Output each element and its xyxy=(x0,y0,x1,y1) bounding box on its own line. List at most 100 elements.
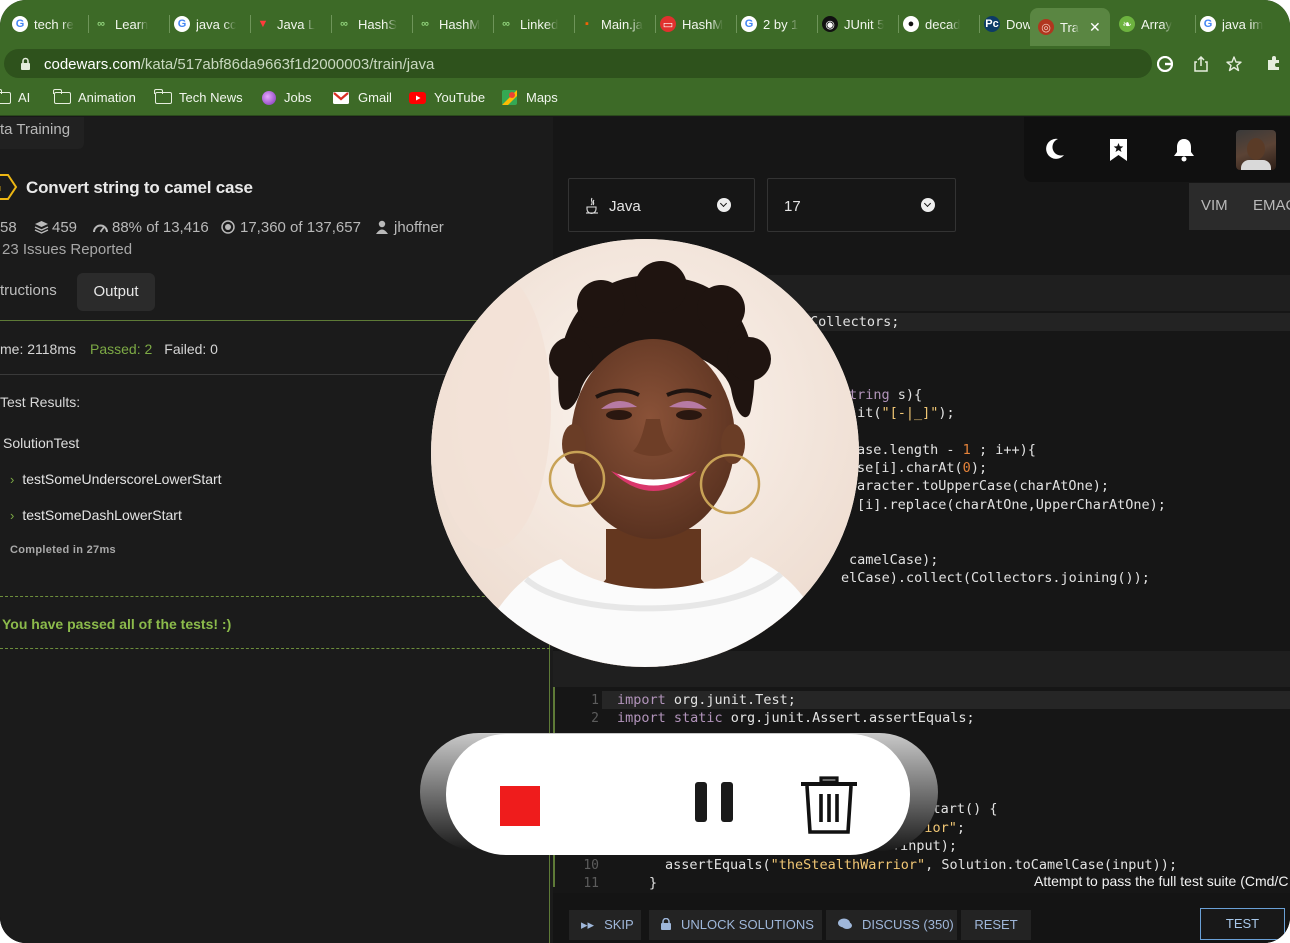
kata-action-bar: ▸▸ SKIP UNLOCK SOLUTIONS DISCUSS (350) RE… xyxy=(553,893,1290,943)
share-icon[interactable] xyxy=(1194,56,1208,72)
votes-count: 58 xyxy=(0,219,17,236)
vim-mode-button[interactable]: VIM xyxy=(1201,197,1228,214)
bookmark-icon[interactable] xyxy=(1109,138,1128,162)
browser-tab-title: HashM xyxy=(439,16,481,32)
test-case[interactable]: › testSomeUnderscoreLowerStart xyxy=(10,471,222,487)
version-value: 17 xyxy=(784,198,801,215)
emacs-mode-button[interactable]: EMAC xyxy=(1253,197,1290,214)
all-tests-passed-message: You have passed all of the tests! :) xyxy=(2,616,232,632)
browser-tab[interactable]: ▭ HashM xyxy=(660,9,728,39)
user-avatar[interactable] xyxy=(1236,130,1276,170)
google-lens-icon[interactable] xyxy=(1157,56,1173,72)
code-line: camelCase); xyxy=(849,552,939,568)
line-number: 2 xyxy=(591,711,599,726)
test-button[interactable]: TEST xyxy=(1200,908,1285,940)
tab-separator xyxy=(169,15,170,33)
vercel-icon: ▼ xyxy=(257,18,269,30)
collections-count: 459 xyxy=(52,219,78,236)
test-suite-name[interactable]: SolutionTest xyxy=(3,435,79,451)
url-text[interactable]: codewars.com/kata/517abf86da9663f1d20000… xyxy=(44,56,434,73)
tab-separator xyxy=(736,15,737,33)
browser-tab[interactable]: G 2 by 1 xyxy=(741,9,809,39)
bookmark-youtube[interactable]: YouTube xyxy=(409,90,485,105)
bookmark-jobs[interactable]: Jobs xyxy=(262,90,311,105)
browser-tab-title: java im xyxy=(1222,16,1264,32)
browser-tab[interactable]: ❧ Array xyxy=(1119,9,1187,39)
bookmark-star-icon[interactable] xyxy=(1226,56,1242,72)
collections-icon xyxy=(34,221,49,234)
folder-icon xyxy=(0,88,11,104)
editor-mode-switch: VIM EMAC xyxy=(1189,183,1290,230)
webcam-bubble[interactable] xyxy=(431,239,859,667)
codewars-icon: ◎ xyxy=(1038,19,1054,35)
close-tab-icon[interactable]: ✕ xyxy=(1089,19,1101,36)
browser-tab[interactable]: ◉ JUnit 5 xyxy=(822,9,890,39)
browser-tab[interactable]: ◎ Tra ✕ xyxy=(1030,8,1110,46)
line-number: 11 xyxy=(583,876,599,891)
version-select[interactable]: 17 xyxy=(767,178,956,232)
browser-tab-title: Java L xyxy=(277,16,316,32)
language-value: Java xyxy=(609,198,641,215)
chevron-down-icon xyxy=(921,198,935,212)
extensions-icon[interactable] xyxy=(1266,55,1282,71)
bookmark-animation[interactable]: Animation xyxy=(53,88,136,105)
geeksforgeeks-icon: ∞ xyxy=(340,18,348,30)
browser-tab[interactable]: ∞ HashM xyxy=(417,9,485,39)
folder-icon xyxy=(53,88,71,104)
tab-output[interactable]: Output xyxy=(77,273,155,311)
browser-tab[interactable]: ▪ Main.ja xyxy=(579,9,647,39)
discuss-button[interactable]: DISCUSS (350) xyxy=(826,910,957,940)
notifications-bell-icon[interactable] xyxy=(1172,137,1196,162)
browser-tab[interactable]: ▼ Java L xyxy=(255,9,323,39)
test-results-heading: Test Results: xyxy=(0,394,81,410)
browser-tab[interactable]: Gjava im xyxy=(1200,9,1268,39)
test-case[interactable]: › testSomeDashLowerStart xyxy=(10,507,182,523)
chevron-right-icon: › xyxy=(10,472,15,487)
author-link[interactable]: jhoffner xyxy=(394,219,444,236)
browser-tab-bar: Gtech re ∞ Learn Gjava cc ▼ Java L ∞ HashS ∞ Hash… xyxy=(0,0,1290,46)
tab-separator xyxy=(250,15,251,33)
browser-tab-title: Learn xyxy=(115,16,149,32)
recording-toolbar xyxy=(446,734,910,855)
divider xyxy=(0,374,470,375)
rank-badge-icon: u xyxy=(0,174,18,200)
dark-mode-moon-icon[interactable] xyxy=(1045,138,1065,160)
code-line: import org.junit.Test; xyxy=(617,692,796,708)
code-line: assertEquals("theStealthWarrior", Soluti… xyxy=(665,857,1178,873)
run-time: me: 2118ms xyxy=(0,341,76,357)
bookmark-gmail[interactable]: Gmail xyxy=(333,90,392,105)
browser-tab-title: JUnit 5 xyxy=(844,16,885,32)
issues-reported[interactable]: 23 Issues Reported xyxy=(2,241,132,258)
google-icon: G xyxy=(741,16,757,32)
code-line: se[i].charAt(0); xyxy=(857,460,988,476)
browser-tab-title: Tra xyxy=(1060,19,1080,35)
breadcrumb[interactable]: ta Training xyxy=(0,117,85,149)
tab-instructions[interactable]: tructions xyxy=(0,282,57,299)
bookmark-maps[interactable]: Maps xyxy=(502,90,558,105)
bookmark-tech-news[interactable]: Tech News xyxy=(154,88,243,105)
tab-separator xyxy=(493,15,494,33)
pause-recording-button[interactable] xyxy=(695,782,733,822)
run-summary: me: 2118ms Passed: 2 Failed: 0 xyxy=(0,341,218,357)
trash-icon[interactable] xyxy=(799,772,859,836)
language-select[interactable]: Java xyxy=(568,178,755,232)
google-icon: G xyxy=(1200,16,1216,32)
browser-tab[interactable]: ∞ HashS xyxy=(336,9,404,39)
skip-button[interactable]: ▸▸ SKIP xyxy=(569,910,641,940)
tab-separator xyxy=(331,15,332,33)
reset-button[interactable]: RESET xyxy=(961,910,1031,940)
browser-tab[interactable]: Gtech re xyxy=(12,9,80,39)
browser-tab[interactable]: Gjava cc xyxy=(174,9,242,39)
browser-tab[interactable]: ● decad xyxy=(903,9,971,39)
tab-separator xyxy=(655,15,656,33)
browser-tab[interactable]: ∞ Linked xyxy=(498,9,566,39)
github-icon: ● xyxy=(903,16,919,32)
tab-separator xyxy=(1195,15,1196,33)
bookmark-ai[interactable]: AI xyxy=(0,88,30,105)
omnibox[interactable]: codewars.com/kata/517abf86da9663f1d20000… xyxy=(4,49,1242,78)
code-line: ase.length - 1 ; i++){ xyxy=(857,442,1036,458)
unlock-solutions-button[interactable]: UNLOCK SOLUTIONS xyxy=(649,910,822,940)
stop-recording-button[interactable] xyxy=(500,786,540,826)
oracle-icon: ▭ xyxy=(660,16,676,32)
browser-tab[interactable]: ∞ Learn xyxy=(93,9,161,39)
